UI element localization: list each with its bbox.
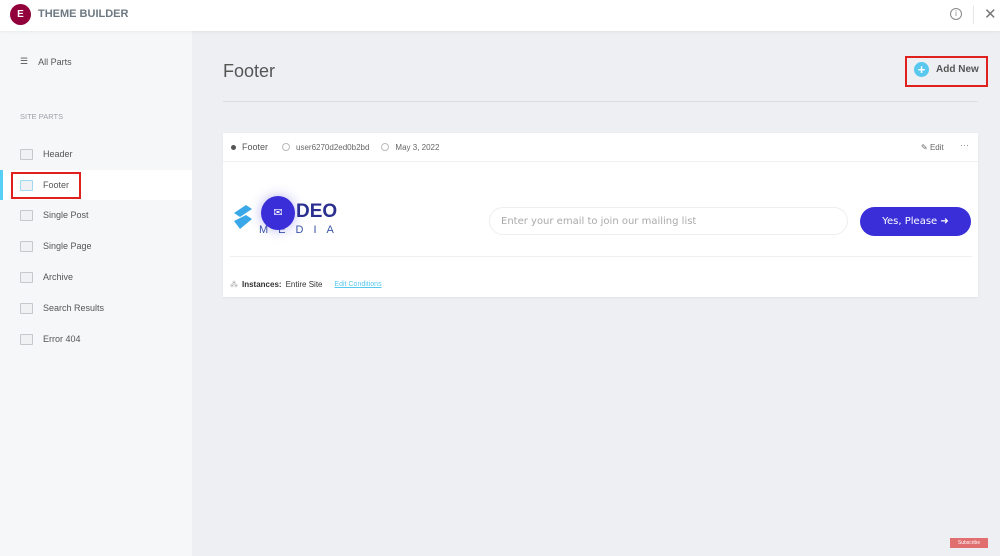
template-card: Footer user6270d2ed0b2bd May 3, 2022 ✎ E…: [223, 133, 978, 297]
edit-conditions-link[interactable]: Edit Conditions: [334, 281, 381, 288]
sidebar-item-single-page[interactable]: Single Page: [0, 231, 192, 261]
more-options-button[interactable]: ···: [960, 140, 969, 150]
brand-logo-icon: [234, 205, 252, 229]
clock-icon: [381, 143, 390, 151]
brand-name: DEO: [296, 201, 338, 222]
filter-icon: ☰: [20, 56, 29, 66]
elementor-logo-icon: E: [10, 4, 31, 25]
app-title: THEME BUILDER: [38, 8, 129, 20]
card-author: user6270d2ed0b2bd: [296, 142, 370, 152]
card-header: Footer user6270d2ed0b2bd May 3, 2022: [223, 133, 978, 162]
divider: [973, 6, 974, 24]
edit-button[interactable]: ✎ Edit: [921, 143, 944, 152]
search-results-icon: [20, 302, 33, 314]
edit-label: Edit: [929, 143, 944, 152]
yes-please-button[interactable]: Yes, Please ➜: [860, 207, 971, 236]
sitemap-icon: ⁂: [230, 280, 238, 289]
page-title: Footer: [223, 61, 276, 81]
sidebar-item-label: Error 404: [43, 334, 81, 344]
error-404-icon: [20, 333, 33, 345]
card-date: May 3, 2022: [395, 142, 440, 152]
divider: [223, 101, 978, 102]
sidebar-item-label: Search Results: [43, 303, 105, 313]
divider: [230, 256, 972, 257]
close-icon[interactable]: ✕: [984, 5, 997, 23]
sidebar-item-label: Single Page: [43, 241, 92, 251]
single-page-icon: [20, 240, 33, 252]
site-parts-label: SITE PARTS: [20, 112, 64, 121]
all-parts-link[interactable]: ☰ All Parts: [20, 56, 72, 67]
email-input[interactable]: Enter your email to join our mailing lis…: [489, 207, 848, 235]
single-post-icon: [20, 209, 33, 221]
highlight-box-add-new: [905, 56, 988, 87]
mail-icon[interactable]: ✉: [261, 196, 295, 230]
instances-value: Entire Site: [285, 280, 323, 289]
sidebar-item-label: Header: [43, 149, 73, 159]
sidebar-item-label: Single Post: [43, 210, 89, 220]
header-icon: [20, 148, 33, 160]
subscribe-button[interactable]: Subscribe: [950, 538, 988, 548]
sidebar: ☰ All Parts SITE PARTS Header Footer Sing…: [0, 31, 192, 556]
instances-row: ⁂ Instances: Entire Site Edit Conditions: [230, 280, 382, 289]
yes-please-label: Yes, Please: [882, 216, 938, 227]
status-dot-icon: [231, 144, 236, 150]
top-bar: E THEME BUILDER i ✕: [0, 0, 1000, 31]
sidebar-item-search-results[interactable]: Search Results: [0, 293, 192, 323]
pencil-icon: ✎: [921, 143, 928, 152]
card-title: Footer: [242, 142, 269, 152]
sidebar-item-header[interactable]: Header: [0, 139, 192, 169]
archive-icon: [20, 271, 33, 283]
sidebar-item-label: Archive: [43, 272, 74, 282]
sidebar-item-archive[interactable]: Archive: [0, 262, 192, 292]
instances-label: Instances:: [242, 280, 282, 289]
user-icon: [282, 143, 291, 151]
all-parts-label: All Parts: [38, 56, 72, 67]
highlight-box-footer: [11, 172, 81, 199]
sidebar-item-single-post[interactable]: Single Post: [0, 200, 192, 230]
arrow-right-icon: ➜: [940, 216, 949, 227]
info-icon[interactable]: i: [950, 8, 962, 20]
sidebar-item-error-404[interactable]: Error 404: [0, 324, 192, 354]
